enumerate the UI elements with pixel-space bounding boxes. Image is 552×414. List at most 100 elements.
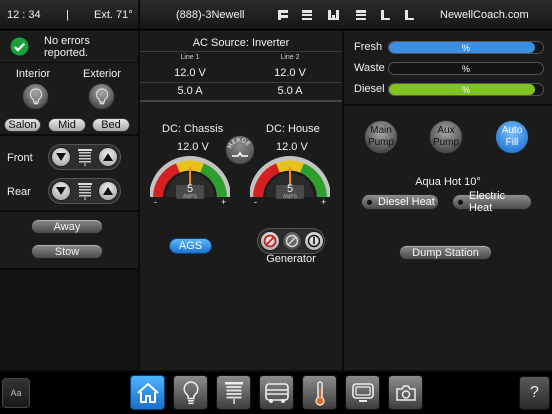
triangle-up-icon [103,153,113,161]
dc-house-minus: - [254,197,257,207]
triangle-down-icon [56,187,66,195]
nav-entertainment-button[interactable] [345,375,380,410]
merge-label: MERGE [226,137,251,150]
mid-light-button[interactable]: Mid [48,118,86,132]
rear-shade-up-button[interactable] [98,181,118,201]
away-button[interactable]: Away [31,219,103,234]
nav-slides-button[interactable] [259,375,294,410]
camera-icon [395,384,416,401]
salon-light-button[interactable]: Salon [4,118,41,132]
electric-heat-label: Electric Heat [469,190,506,214]
dc-chassis-voltage: 12.0 V [177,141,209,153]
auto-fill-label: Auto Fill [501,125,523,148]
divider [140,82,342,83]
nav-home-button[interactable] [130,375,165,410]
newell-logo [276,8,426,22]
front-shade-down-button[interactable] [51,147,71,167]
diesel-tank-bar: % [388,83,544,96]
waste-tank-bar: % [388,62,544,75]
pumps-heat-panel: Main Pump Aux Pump Auto Fill Aqua Hot 10… [344,106,552,370]
dump-station-button[interactable]: Dump Station [399,245,492,260]
dc-house-plus: + [321,197,327,207]
shades-panel: Front Rear [0,136,138,210]
stow-button[interactable]: Stow [31,244,103,259]
status-message: No errors reported. [44,35,90,59]
line2-current: 5.0 A [277,85,303,97]
diesel-heat-label: Diesel Heat [378,196,435,208]
modes-panel: Away Stow [0,212,138,268]
diesel-heat-indicator [366,199,373,206]
electric-heat-indicator [457,199,464,206]
exterior-label: Exterior [83,68,121,80]
aux-pump-label: Aux Pump [432,125,460,148]
diesel-heat-button[interactable]: Diesel Heat [361,194,439,210]
front-label: Front [7,152,33,164]
nav-lights-button[interactable] [173,375,208,410]
stop-icon [263,234,277,248]
rear-shade-control [48,178,121,204]
svg-text:MERGE: MERGE [226,137,251,150]
waste-tank-label: Waste [354,62,385,74]
line2-label: Line 2 [280,54,300,61]
line1-label: Line 1 [180,54,200,61]
generator-icon [285,234,299,248]
ags-button[interactable]: AGS [169,238,212,254]
lightbulb-icon [182,380,199,404]
check-icon [10,37,29,56]
dc-chassis-amps-unit: AMPS [182,194,198,200]
bulb-icon [95,87,108,104]
generator-auto-button[interactable] [282,231,302,251]
dc-chassis-label: DC: Chassis [162,123,224,135]
interior-label: Interior [15,68,51,80]
bed-light-button[interactable]: Bed [92,118,130,132]
waste-tank-value: % [461,64,470,74]
coach-icon [264,382,289,403]
diesel-tank-value: % [461,85,470,95]
tanks-panel: Fresh % Waste % Diesel % [344,31,552,104]
separator: | [66,9,69,21]
power-panel: AC Source: Inverter Line 1 Line 2 12.0 V… [140,31,342,370]
nav-climate-button[interactable] [302,375,337,410]
power-icon [307,234,321,248]
generator-control [257,228,325,254]
generator-label: Generator [266,253,316,265]
divider [140,51,342,52]
dc-house-amps-unit: AMPS [282,194,298,200]
header-bar: (888)-3Newell NewellCoach.com [140,0,552,30]
fresh-tank-bar: % [388,41,544,54]
dc-chassis-plus: + [221,197,227,207]
shade-icon [77,182,93,205]
font-size-button[interactable]: Aa [2,378,30,408]
exterior-light-button[interactable] [88,83,115,110]
dc-chassis-gauge: 5 AMPS - + [149,153,231,207]
electric-heat-button[interactable]: Electric Heat [452,190,532,214]
generator-start-button[interactable] [304,231,324,251]
shades-icon [224,381,243,404]
shade-icon [77,148,93,171]
main-pump-label: Main Pump [367,125,395,148]
main-pump-button[interactable]: Main Pump [364,120,398,154]
interior-light-button[interactable] [22,83,49,110]
fresh-tank-label: Fresh [354,41,383,53]
auto-fill-button[interactable]: Auto Fill [495,120,529,154]
rear-shade-down-button[interactable] [51,181,71,201]
front-shade-up-button[interactable] [98,147,118,167]
line1-voltage: 12.0 V [174,67,206,79]
lights-panel: Interior Exterior Salon Mid Bed [0,63,138,134]
tv-icon [351,382,374,402]
website: NewellCoach.com [440,9,529,21]
nav-settings-button[interactable] [388,375,423,410]
nav-shades-button[interactable] [216,375,251,410]
front-shade-control [48,144,121,170]
line1-current: 5.0 A [177,85,203,97]
aux-pump-button[interactable]: Aux Pump [429,120,463,154]
exterior-temperature: Ext. 71° [94,9,133,21]
help-button[interactable]: ? [519,376,550,410]
diesel-tank-label: Diesel [354,83,385,95]
phone-number: (888)-3Newell [176,9,245,21]
generator-stop-button[interactable] [260,231,280,251]
rear-label: Rear [7,186,31,198]
dc-chassis-minus: - [154,197,157,207]
aqua-hot-title: Aqua Hot 10° [415,176,481,188]
divider [140,100,342,102]
